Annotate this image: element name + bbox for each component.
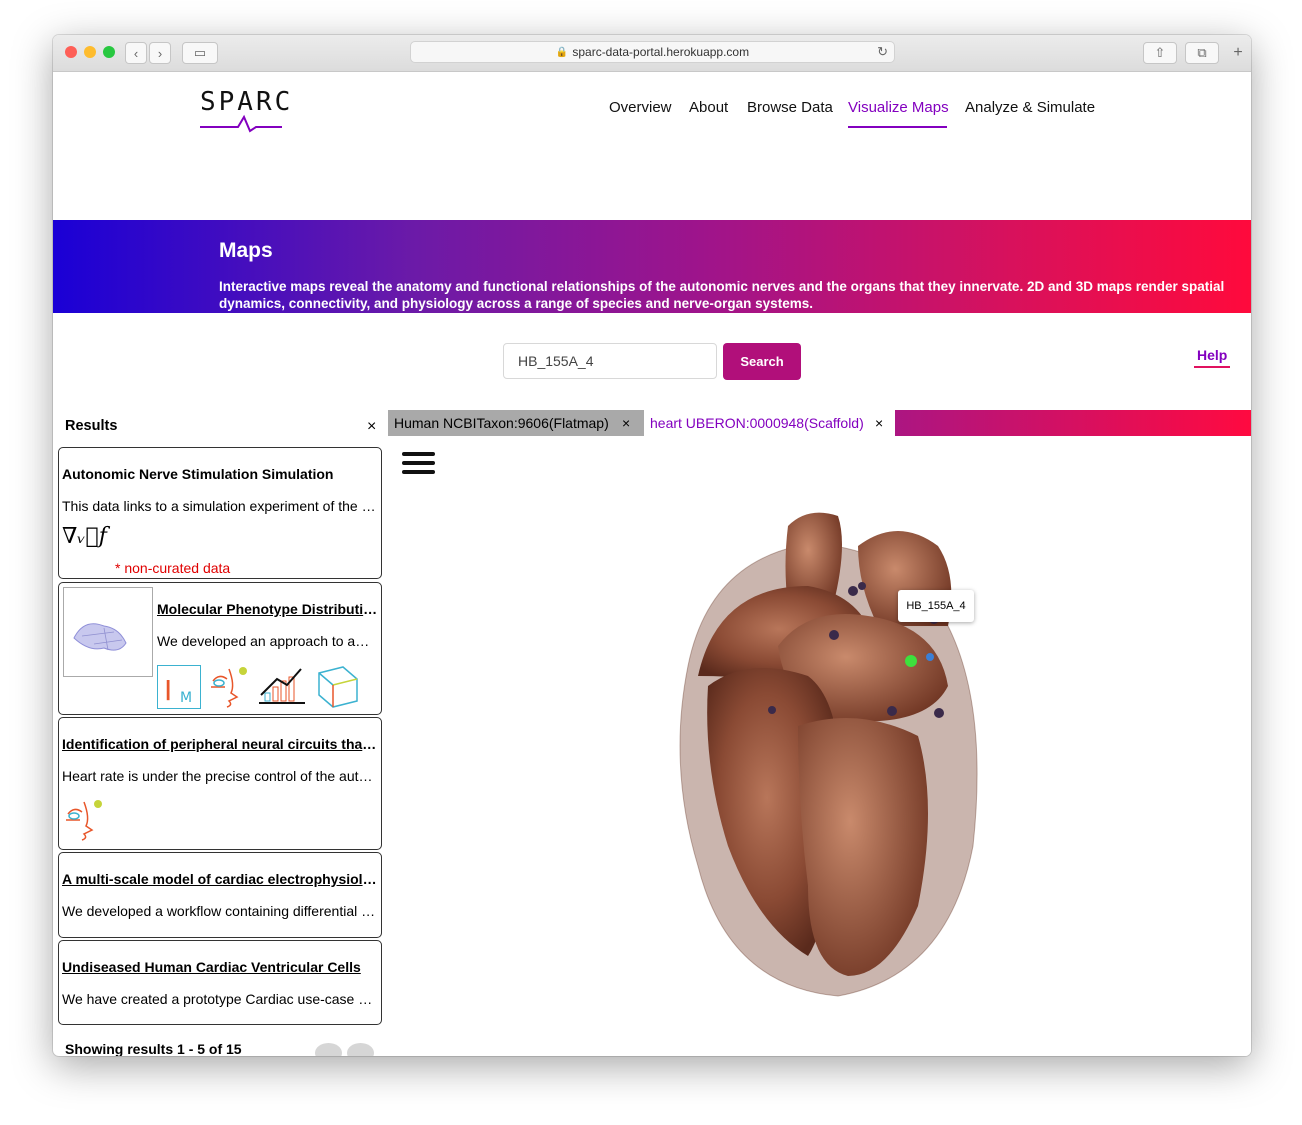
active-nav-underline xyxy=(848,126,947,128)
page-title: Maps xyxy=(219,239,273,262)
tab-scaffold[interactable]: heart UBERON:0000948(Scaffold) × xyxy=(644,410,895,436)
tab-close-icon[interactable]: × xyxy=(875,415,883,431)
marker[interactable] xyxy=(768,706,776,714)
logo-pulse-icon xyxy=(200,114,282,133)
map-tabs-bar: Human NCBITaxon:9606(Flatmap) × heart UB… xyxy=(388,410,1251,436)
close-window-button[interactable] xyxy=(65,46,77,58)
neuron-thumbnail-image xyxy=(73,623,127,651)
result-description: We developed an approach to analyze the … xyxy=(157,633,377,649)
svg-text:I: I xyxy=(164,674,172,707)
dataset-thumbnail[interactable] xyxy=(63,587,153,677)
scaffold-viewer[interactable]: HB_155A_4 xyxy=(388,436,1251,1056)
share-button[interactable]: ⇧ xyxy=(1143,42,1177,64)
marker[interactable] xyxy=(926,653,934,661)
result-card[interactable]: Identification of peripheral neural circ… xyxy=(58,717,382,850)
address-bar[interactable]: 🔒 sparc-data-portal.herokuapp.com ↻ xyxy=(410,41,895,63)
result-description: This data links to a simulation experime… xyxy=(62,498,378,514)
reload-icon[interactable]: ↻ xyxy=(877,44,888,60)
back-button[interactable]: ‹ xyxy=(125,42,147,64)
svg-text:M: M xyxy=(180,690,192,706)
search-input[interactable] xyxy=(503,343,717,379)
result-card[interactable]: Molecular Phenotype Distribution of Sing… xyxy=(58,582,382,715)
result-description: We have created a prototype Cardiac use-… xyxy=(62,991,378,1007)
results-title: Results xyxy=(65,418,118,434)
tab-label: Human NCBITaxon:9606(Flatmap) xyxy=(394,415,609,431)
help-underline xyxy=(1194,366,1230,368)
nav-about[interactable]: About xyxy=(689,99,728,116)
result-title[interactable]: Identification of peripheral neural circ… xyxy=(62,736,378,752)
url-text: sparc-data-portal.herokuapp.com xyxy=(572,45,750,59)
result-description: Heart rate is under the precise control … xyxy=(62,768,378,784)
result-card[interactable]: Undiseased Human Cardiac Ventricular Cel… xyxy=(58,940,382,1025)
zoom-window-button[interactable] xyxy=(103,46,115,58)
tabs-icon: ⧉ xyxy=(1197,45,1207,60)
result-title[interactable]: Undiseased Human Cardiac Ventricular Cel… xyxy=(62,959,378,975)
nav-visualize-maps[interactable]: Visualize Maps xyxy=(848,99,949,116)
face-profile-icon[interactable] xyxy=(62,798,108,842)
chevron-left-icon: ‹ xyxy=(133,45,139,61)
tab-label: heart UBERON:0000948(Scaffold) xyxy=(650,415,864,431)
heart-3d-model[interactable] xyxy=(648,506,988,1006)
tabs-overview-button[interactable]: ⧉ xyxy=(1185,42,1219,64)
search-button[interactable]: Search xyxy=(723,343,801,380)
non-curated-label: * non-curated data xyxy=(115,560,231,576)
marker[interactable] xyxy=(934,708,944,718)
results-close-button[interactable]: × xyxy=(367,418,376,436)
marker[interactable] xyxy=(858,582,866,590)
face-profile-icon[interactable] xyxy=(207,665,253,709)
image-modality-icon[interactable]: IM xyxy=(157,665,201,709)
result-title[interactable]: Molecular Phenotype Distribution of Sing… xyxy=(157,601,379,617)
marker[interactable] xyxy=(887,706,897,716)
help-link[interactable]: Help xyxy=(1197,347,1227,363)
browser-titlebar: ‹ › ▭ 🔒 sparc-data-portal.herokuapp.com … xyxy=(53,35,1251,72)
share-icon: ⇧ xyxy=(1154,45,1166,60)
new-tab-button[interactable]: + xyxy=(1227,42,1249,64)
sidebar-icon: ▭ xyxy=(193,45,207,60)
lock-icon: 🔒 xyxy=(555,46,569,58)
result-card[interactable]: Autonomic Nerve Stimulation Simulation T… xyxy=(58,447,382,579)
bar-chart-icon[interactable] xyxy=(259,665,307,705)
minimize-window-button[interactable] xyxy=(84,46,96,58)
page-description: Interactive maps reveal the anatomy and … xyxy=(219,279,1225,311)
result-card[interactable]: A multi-scale model of cardiac electroph… xyxy=(58,852,382,938)
result-title[interactable]: Autonomic Nerve Stimulation Simulation xyxy=(62,466,378,482)
result-description: We developed a workflow containing diffe… xyxy=(62,903,378,919)
tab-flatmap[interactable]: Human NCBITaxon:9606(Flatmap) × xyxy=(388,410,644,436)
selected-marker[interactable] xyxy=(905,655,917,667)
next-page-button[interactable] xyxy=(347,1043,374,1056)
results-count: Showing results 1 - 5 of 15 xyxy=(65,1041,242,1056)
page-banner: Maps Interactive maps reveal the anatomy… xyxy=(53,220,1251,313)
sidebar-toggle-button[interactable]: ▭ xyxy=(182,42,218,64)
chevron-right-icon: › xyxy=(157,45,163,61)
marker[interactable] xyxy=(829,630,839,640)
plus-icon: + xyxy=(1233,44,1243,61)
marker[interactable] xyxy=(848,586,858,596)
result-title[interactable]: A multi-scale model of cardiac electroph… xyxy=(62,871,378,887)
marker-tooltip: HB_155A_4 xyxy=(898,590,974,622)
previous-page-button[interactable] xyxy=(315,1043,342,1056)
simulation-icon: ∇ᵥ⃗f xyxy=(62,524,107,549)
tab-close-icon[interactable]: × xyxy=(622,415,630,431)
forward-button[interactable]: › xyxy=(149,42,171,64)
nav-overview[interactable]: Overview xyxy=(609,99,672,116)
3d-scaffold-icon[interactable] xyxy=(313,663,361,709)
nav-analyze-simulate[interactable]: Analyze & Simulate xyxy=(965,99,1095,116)
menu-icon[interactable] xyxy=(402,452,435,479)
browser-window: ‹ › ▭ 🔒 sparc-data-portal.herokuapp.com … xyxy=(53,35,1251,1056)
nav-browse-data[interactable]: Browse Data xyxy=(747,99,833,116)
